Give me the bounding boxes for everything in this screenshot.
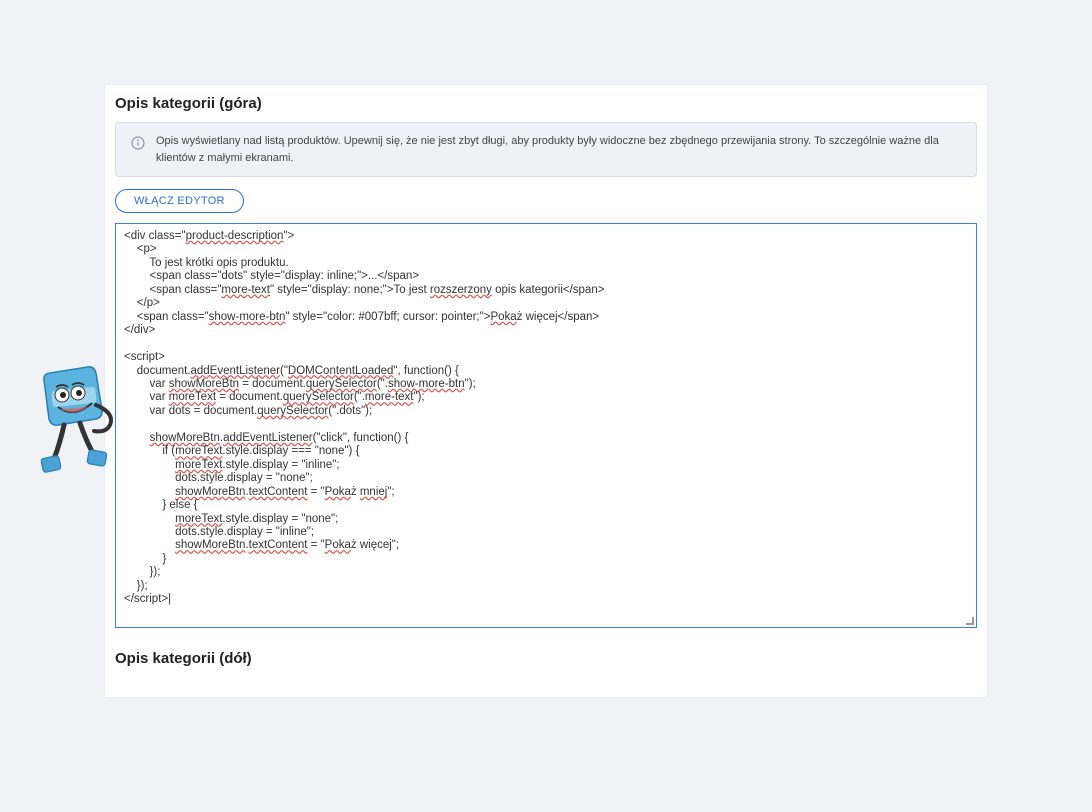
section-title-bottom: Opis kategorii (dół) [105,628,987,667]
section-title-top: Opis kategorii (góra) [105,95,987,122]
category-description-panel: Opis kategorii (góra) Opis wyświetlany n… [105,85,987,697]
mascot-illustration [30,365,125,480]
enable-editor-button[interactable]: WŁĄCZ EDYTOR [115,189,244,213]
info-icon [130,135,146,151]
info-text: Opis wyświetlany nad listą produktów. Up… [156,133,962,166]
resize-handle[interactable] [964,615,974,625]
info-banner: Opis wyświetlany nad listą produktów. Up… [115,122,977,177]
html-code-textarea[interactable]: <div class="product-description"> <p> To… [115,223,977,628]
